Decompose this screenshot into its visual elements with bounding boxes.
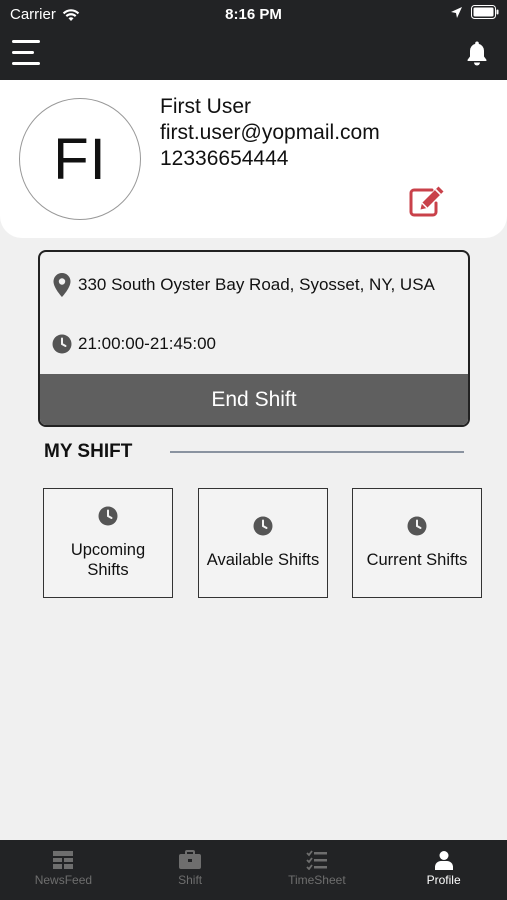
tab-shift[interactable]: Shift bbox=[127, 840, 254, 900]
location-pin-icon bbox=[53, 273, 71, 297]
tile-label: Upcoming Shifts bbox=[70, 541, 146, 579]
edit-profile-icon[interactable] bbox=[408, 184, 446, 218]
end-shift-button[interactable]: End Shift bbox=[40, 374, 468, 425]
top-header: Carrier 8:16 PM bbox=[0, 0, 507, 80]
my-shift-heading: MY SHIFT bbox=[44, 441, 133, 462]
checklist-icon bbox=[306, 850, 327, 870]
tab-label: NewsFeed bbox=[34, 873, 93, 887]
clock-icon bbox=[52, 334, 72, 354]
clock-icon bbox=[407, 516, 427, 536]
newsfeed-icon bbox=[53, 851, 74, 869]
avatar: FI bbox=[19, 98, 141, 220]
shift-address: 330 South Oyster Bay Road, Syosset, NY, … bbox=[78, 275, 435, 294]
tab-newsfeed[interactable]: NewsFeed bbox=[0, 840, 127, 900]
clock-icon bbox=[253, 516, 273, 536]
available-shifts-tile[interactable]: Available Shifts bbox=[198, 488, 328, 598]
profile-card: FI First User first.user@yopmail.com 123… bbox=[0, 80, 507, 238]
current-shift-card: 330 South Oyster Bay Road, Syosset, NY, … bbox=[38, 250, 470, 427]
section-divider bbox=[170, 451, 464, 453]
shift-time-row: 21:00:00-21:45:00 bbox=[52, 334, 216, 354]
user-info: First User first.user@yopmail.com 123366… bbox=[160, 94, 380, 172]
location-arrow-icon bbox=[451, 6, 462, 18]
user-email: first.user@yopmail.com bbox=[160, 121, 380, 144]
battery-icon bbox=[471, 5, 499, 19]
shift-time-range: 21:00:00-21:45:00 bbox=[78, 334, 217, 353]
current-shifts-tile[interactable]: Current Shifts bbox=[352, 488, 482, 598]
status-time: 8:16 PM bbox=[225, 6, 282, 23]
clock-icon bbox=[98, 506, 118, 526]
tab-profile[interactable]: Profile bbox=[380, 840, 507, 900]
briefcase-icon bbox=[179, 850, 202, 869]
hamburger-menu-icon[interactable] bbox=[12, 40, 40, 66]
tile-label: Current Shifts bbox=[366, 551, 468, 569]
bottom-tab-bar: NewsFeed Shift TimeSheet Profile bbox=[0, 840, 507, 900]
upcoming-shifts-tile[interactable]: Upcoming Shifts bbox=[43, 488, 173, 598]
user-name: First User bbox=[160, 95, 251, 118]
user-phone: 12336654444 bbox=[160, 147, 289, 170]
status-indicators bbox=[450, 5, 499, 19]
tab-label: Profile bbox=[426, 873, 461, 887]
tab-label: TimeSheet bbox=[288, 873, 346, 887]
shift-address-row: 330 South Oyster Bay Road, Syosset, NY, … bbox=[52, 272, 435, 298]
tab-label: Shift bbox=[178, 873, 203, 887]
tab-timesheet[interactable]: TimeSheet bbox=[254, 840, 381, 900]
notification-bell-icon[interactable] bbox=[465, 40, 489, 66]
tile-label: Available Shifts bbox=[206, 551, 320, 569]
person-icon bbox=[434, 851, 453, 870]
